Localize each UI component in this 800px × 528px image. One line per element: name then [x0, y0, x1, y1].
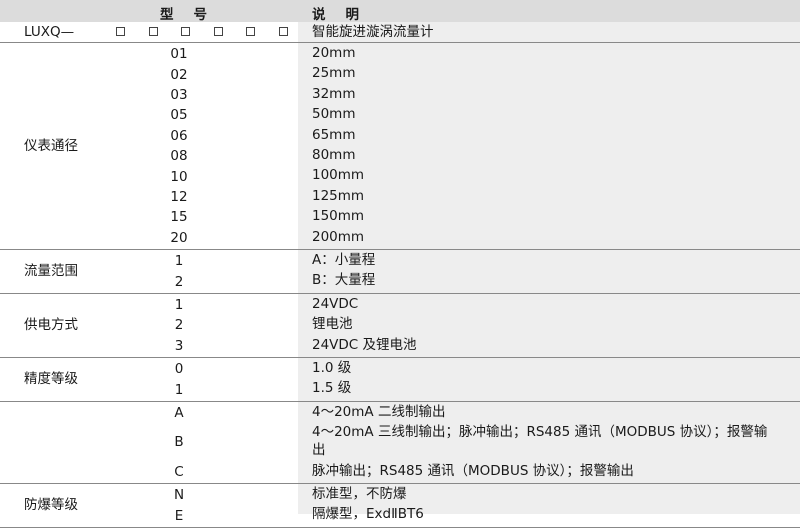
option-code: 0: [174, 361, 184, 378]
code-box: [246, 27, 255, 36]
table-header: 型号 说明: [0, 0, 800, 23]
option-description: 50mm: [312, 106, 356, 123]
group-label: 防爆等级: [24, 497, 78, 514]
option-description: 150mm: [312, 208, 365, 225]
option-description: 隔爆型，ExdⅡBT6: [312, 506, 424, 523]
row-separator: [0, 42, 800, 43]
option-description: 1.0 级: [312, 360, 352, 376]
option-code: 1: [174, 253, 184, 270]
group-separator: [0, 249, 800, 250]
group-separator: [0, 292, 800, 294]
code-box: [278, 27, 288, 36]
option-code: 12: [170, 189, 188, 205]
option-code: 2: [174, 273, 184, 290]
option-description: 20mm: [312, 45, 356, 61]
option-code: C: [174, 463, 184, 480]
option-description: 32mm: [312, 85, 356, 102]
group-separator: [0, 483, 800, 484]
option-description: 65mm: [312, 126, 356, 143]
code-box: [181, 27, 190, 36]
option-description: 标准型，不防爆: [312, 486, 407, 502]
option-code: B: [174, 434, 184, 451]
product-name: 智能旋进漩涡流量计: [312, 24, 434, 40]
option-code: 2: [174, 317, 184, 334]
option-code: 05: [170, 107, 188, 124]
option-description: 脉冲输出；RS485 通讯（MODBUS 协议）；报警输出: [312, 462, 634, 479]
code-box: [213, 27, 223, 36]
option-description: 锂电池: [312, 316, 353, 333]
option-description: 24VDC 及锂电池: [312, 336, 417, 353]
option-description: 100mm: [312, 167, 365, 184]
header-model: 型号: [160, 7, 227, 23]
option-description: B：大量程: [312, 272, 376, 289]
option-description: 125mm: [312, 187, 365, 204]
code-box: [116, 27, 125, 36]
option-description: 1.5 级: [312, 380, 352, 397]
option-description: 4～20mA 三线制输出；脉冲输出；RS485 通讯（MODBUS 协议）；报警…: [312, 424, 768, 441]
group-separator: [0, 400, 800, 402]
option-description-continued: 出: [312, 442, 326, 459]
option-code: 15: [170, 209, 188, 226]
option-code: 01: [170, 46, 188, 63]
code-box: [148, 27, 158, 36]
option-code: 3: [174, 337, 184, 354]
group-separator: [0, 357, 800, 358]
option-code: 1: [174, 381, 184, 398]
option-code: 20: [170, 229, 188, 246]
group-label: 流量范围: [24, 263, 78, 280]
option-description: A：小量程: [312, 252, 376, 268]
group-label: 仪表通径: [24, 138, 78, 154]
option-code: 06: [170, 127, 188, 144]
option-description: 25mm: [312, 65, 356, 82]
option-description: 80mm: [312, 147, 356, 163]
product-code: LUXQ—: [24, 24, 75, 40]
group-label: 精度等级: [24, 371, 78, 388]
header-description: 说明: [312, 7, 379, 23]
option-code: 02: [170, 66, 188, 83]
option-description: 200mm: [312, 228, 365, 245]
option-code: A: [174, 405, 184, 421]
group-label: 供电方式: [24, 317, 78, 334]
option-code: N: [173, 487, 185, 504]
option-code: 1: [174, 297, 184, 313]
option-code: 10: [170, 168, 188, 185]
option-description: 4～20mA 二线制输出: [312, 403, 446, 420]
option-description: 24VDC: [312, 295, 359, 312]
option-code: 03: [170, 87, 188, 103]
option-code: 08: [170, 148, 188, 165]
